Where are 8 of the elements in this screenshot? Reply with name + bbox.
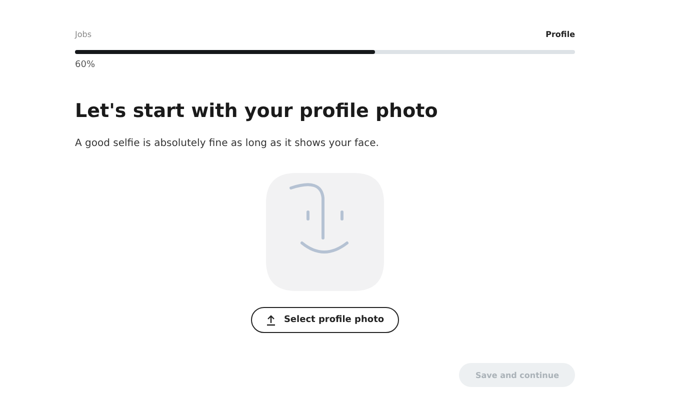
progress-percent: 60%: [75, 60, 96, 70]
face-placeholder-icon: [266, 173, 384, 291]
step-label: Jobs: [75, 30, 92, 39]
upload-icon: [266, 314, 276, 326]
page-subtitle: A good selfie is absolutely fine as long as it shows your face.: [75, 138, 380, 149]
select-photo-button[interactable]: Select profile photo: [250, 307, 400, 333]
page-heading: Let's start with your profile photo: [75, 100, 439, 122]
step-label: Profile: [546, 30, 575, 39]
